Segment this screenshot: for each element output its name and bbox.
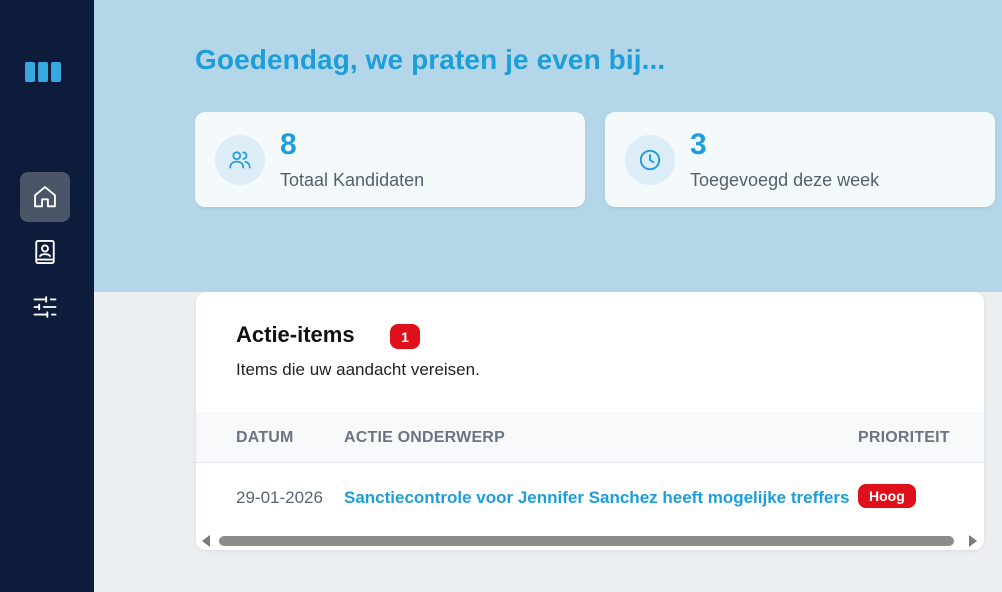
sidebar-item-settings[interactable] (20, 282, 70, 332)
stat-label: Toegevoegd deze week (690, 170, 880, 190)
row-date: 29-01-2026 (236, 488, 323, 507)
logo-bar (25, 62, 35, 82)
column-header-date[interactable]: DATUM (236, 429, 294, 447)
priority-badge: Hoog (858, 484, 916, 508)
app-logo[interactable] (25, 62, 61, 82)
row-subject-link[interactable]: Sanctiecontrole voor Jennifer Sanchez he… (344, 488, 849, 508)
count-badge: 1 (390, 324, 420, 349)
table-header: DATUM ACTIE ONDERWERP PRIORITEIT (196, 412, 984, 463)
horizontal-scrollbar[interactable] (196, 532, 984, 550)
hero-banner: Goedendag, we praten je even bij... 8 To… (94, 0, 1002, 292)
scroll-right-icon[interactable] (969, 535, 977, 547)
column-header-subject[interactable]: ACTIE ONDERWERP (344, 429, 505, 447)
contact-book-icon (35, 239, 55, 265)
table-row[interactable]: 29-01-2026 Sanctiecontrole voor Jennifer… (196, 464, 984, 530)
panel-title: Actie-items (236, 322, 355, 347)
stat-icon-wrapper (625, 135, 675, 185)
page-title: Goedendag, we praten je even bij... (195, 44, 666, 75)
logo-bar (51, 62, 61, 82)
clock-icon (639, 149, 661, 171)
action-items-panel: Actie-items 1 Items die uw aandacht vere… (196, 292, 984, 550)
stat-card-added-this-week: 3 Toegevoegd deze week (605, 112, 995, 207)
stat-icon-wrapper (215, 135, 265, 185)
column-header-priority[interactable]: PRIORITEIT (858, 429, 950, 447)
scrollbar-thumb[interactable] (219, 536, 954, 546)
stat-card-total-candidates: 8 Totaal Kandidaten (195, 112, 585, 207)
home-icon (34, 186, 56, 208)
logo-bar (38, 62, 48, 82)
stat-label: Totaal Kandidaten (280, 170, 425, 190)
sidebar-item-home[interactable] (20, 172, 70, 222)
scroll-left-icon[interactable] (202, 535, 210, 547)
panel-subtitle: Items die uw aandacht vereisen. (236, 360, 480, 379)
sidebar (0, 0, 94, 592)
users-icon (229, 151, 251, 169)
sliders-icon (33, 296, 57, 318)
stat-value: 3 (690, 128, 707, 161)
stat-value: 8 (280, 128, 297, 161)
sidebar-item-candidates[interactable] (20, 227, 70, 277)
